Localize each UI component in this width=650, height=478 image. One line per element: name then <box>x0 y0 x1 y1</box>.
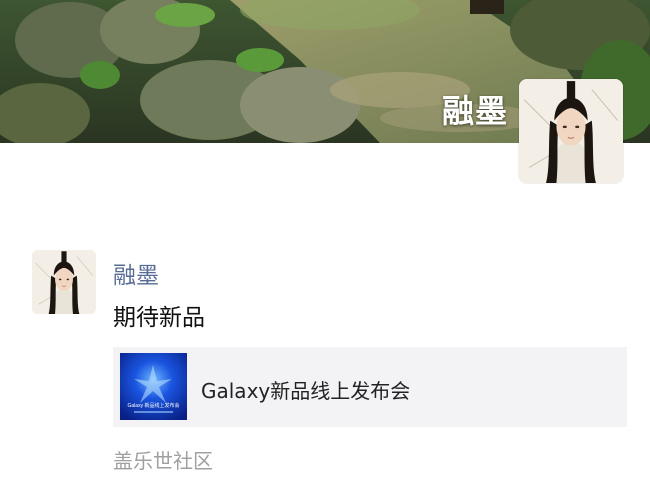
link-thumbnail-caption: Galaxy 新品线上发布会 <box>128 402 180 409</box>
profile-avatar[interactable] <box>519 79 623 183</box>
avatar-portrait-icon <box>519 79 623 183</box>
post-author-name[interactable]: 融墨 <box>113 256 159 290</box>
link-title: Galaxy新品线上发布会 <box>201 379 411 403</box>
author-avatar[interactable] <box>32 250 96 314</box>
shared-link-card[interactable]: Galaxy 新品线上发布会 Galaxy新品线上发布会 <box>113 347 627 427</box>
profile-name: 融墨 <box>441 92 508 130</box>
avatar-portrait-icon <box>32 250 96 314</box>
post-source-label[interactable]: 盖乐世社区 <box>113 445 213 474</box>
post-text: 期待新品 <box>113 305 205 331</box>
link-thumbnail: Galaxy 新品线上发布会 <box>120 353 187 420</box>
